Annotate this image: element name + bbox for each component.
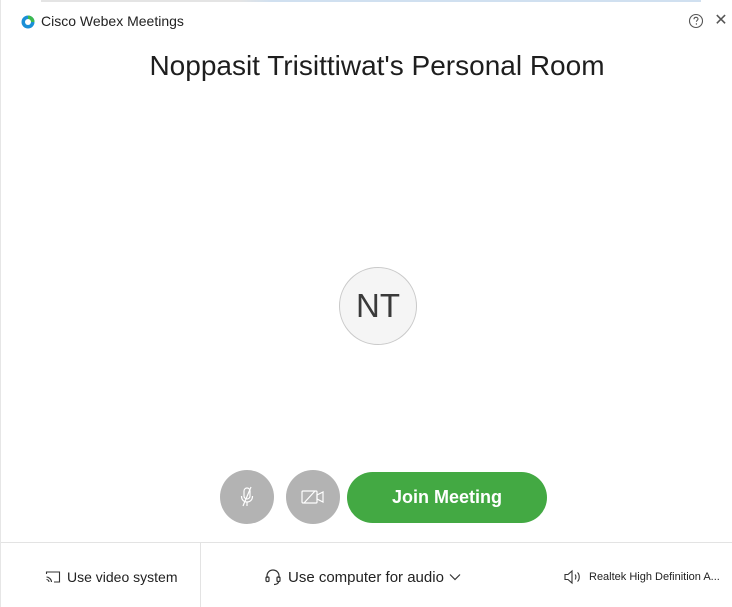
personal-room-title: Noppasit Trisittiwat's Personal Room [149,50,605,81]
avatar-initials: NT [356,287,400,324]
webex-window: Cisco Webex Meetings ✕ Noppasit Trisitti… [0,0,732,607]
avatar: NT [339,267,417,345]
close-icon[interactable]: ✕ [713,12,729,30]
speaker-device-label: Realtek High Definition A... [589,571,720,583]
audio-connection-label: Use computer for audio [288,568,444,586]
app-title: Cisco Webex Meetings [41,13,184,29]
speaker-icon [564,569,580,585]
bottom-bar-divider [200,542,201,607]
speaker-device-selector[interactable]: Realtek High Definition A... [563,567,720,587]
webex-logo-icon [21,15,35,29]
use-video-system-button[interactable]: Use video system [45,567,177,587]
microphone-muted-icon [240,486,254,507]
title-bar: Cisco Webex Meetings ✕ [1,0,732,40]
chevron-down-icon [449,574,461,581]
video-button[interactable] [286,470,340,524]
use-video-system-label: Use video system [67,569,178,585]
headset-icon [265,569,281,586]
cast-screen-icon [45,571,61,583]
audio-connection-dropdown[interactable]: Use computer for audio [264,567,461,587]
help-circle-icon[interactable] [688,13,704,29]
join-meeting-button[interactable]: Join Meeting [347,472,547,523]
mute-button[interactable] [220,470,274,524]
camera-off-icon [301,490,324,504]
